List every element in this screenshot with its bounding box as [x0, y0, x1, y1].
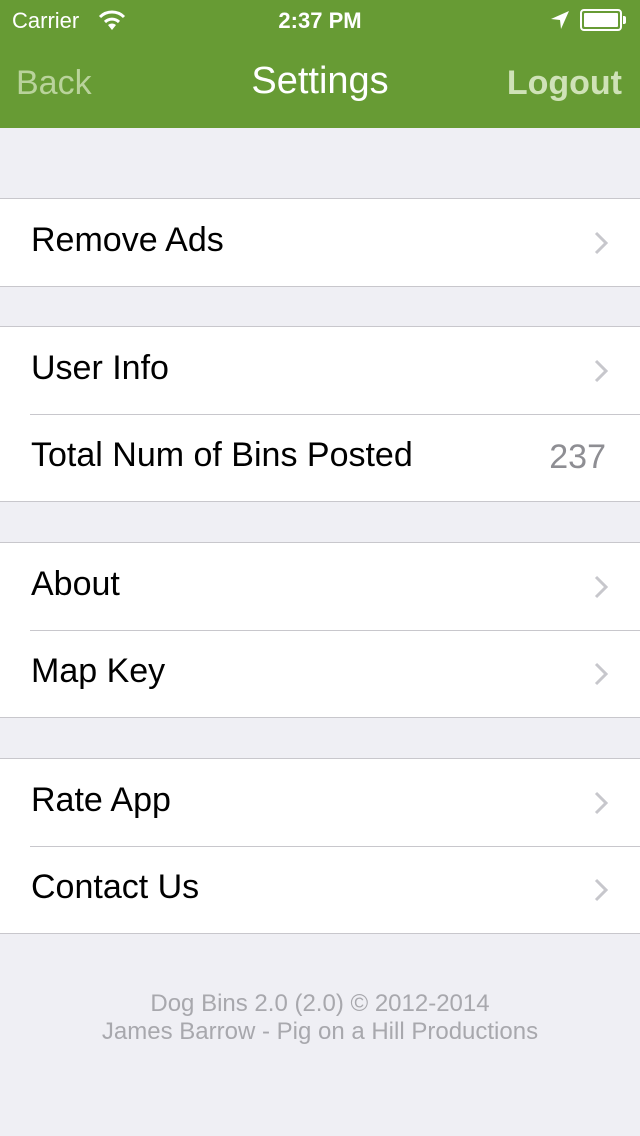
- settings-group-user: User Info Total Num of Bins Posted 237: [0, 326, 640, 502]
- row-about[interactable]: About: [0, 543, 640, 630]
- settings-group-purchases: Remove Ads: [0, 198, 640, 287]
- header: Carrier 2:37 PM Back Settings Logout: [0, 0, 640, 128]
- settings-group-feedback: Rate App Contact Us: [0, 758, 640, 934]
- bins-count-value: 237: [549, 438, 606, 476]
- app-footer: Dog Bins 2.0 (2.0) © 2012-2014 James Bar…: [0, 990, 640, 1046]
- row-label: Remove Ads: [31, 221, 224, 259]
- row-user-info[interactable]: User Info: [0, 327, 640, 414]
- chevron-right-icon: [594, 662, 608, 686]
- status-time: 2:37 PM: [278, 8, 362, 33]
- row-label: Total Num of Bins Posted: [31, 436, 413, 474]
- row-contact-us[interactable]: Contact Us: [0, 846, 640, 933]
- logout-button[interactable]: Logout: [507, 64, 622, 103]
- chevron-right-icon: [594, 878, 608, 902]
- row-remove-ads[interactable]: Remove Ads: [0, 199, 640, 286]
- row-total-bins: Total Num of Bins Posted 237: [0, 414, 640, 501]
- chevron-right-icon: [594, 231, 608, 255]
- status-bar: Carrier 2:37 PM: [0, 0, 640, 40]
- location-arrow-icon: [551, 11, 569, 29]
- settings-group-info: About Map Key: [0, 542, 640, 718]
- chevron-right-icon: [594, 791, 608, 815]
- battery-icon: [580, 9, 626, 31]
- row-label: Map Key: [31, 652, 166, 690]
- row-label: User Info: [31, 349, 169, 387]
- row-label: Rate App: [31, 781, 171, 819]
- chevron-right-icon: [594, 575, 608, 599]
- row-label: About: [31, 565, 120, 603]
- row-label: Contact Us: [31, 868, 200, 906]
- row-rate-app[interactable]: Rate App: [0, 759, 640, 846]
- nav-bar: Back Settings Logout: [0, 40, 640, 128]
- row-map-key[interactable]: Map Key: [0, 630, 640, 717]
- footer-credits: James Barrow - Pig on a Hill Productions: [101, 1018, 539, 1045]
- chevron-right-icon: [594, 359, 608, 383]
- footer-version: Dog Bins 2.0 (2.0) © 2012-2014: [150, 990, 490, 1017]
